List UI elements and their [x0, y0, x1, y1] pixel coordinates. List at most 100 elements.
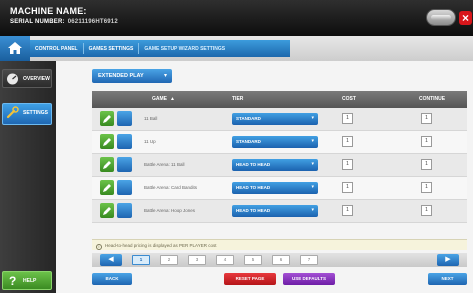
main-panel: EXTENDED PLAY ▾ GAME ▲ TIER COST CONTINUE…	[56, 61, 473, 293]
continue-field[interactable]: 1	[421, 113, 432, 124]
close-button[interactable]: ×	[459, 11, 472, 25]
edit-game-button[interactable]	[100, 180, 114, 195]
reset-page-button[interactable]: RESET PAGE	[224, 273, 276, 285]
cost-field[interactable]: 1	[342, 136, 353, 147]
serial-number-label: SERIAL NUMBER:	[10, 19, 65, 25]
sort-ascending-icon: ▲	[170, 96, 175, 102]
column-header-cost: COST	[342, 96, 356, 102]
games-table: GAME ▲ TIER COST CONTINUE 11 Ball STANDAR…	[92, 91, 467, 223]
table-row: 11 Up STANDARD ▾ 1 1	[92, 131, 467, 154]
sidebar: OVERVIEW SETTINGS ? HELP	[0, 61, 56, 293]
chevron-down-icon: ▾	[311, 184, 314, 190]
machine-name-label: MACHINE NAME:	[10, 6, 87, 16]
tier-value: STANDARD	[236, 139, 261, 144]
back-button[interactable]: BACK	[92, 273, 132, 285]
column-header-label: GAME	[152, 96, 167, 102]
sidebar-item-settings[interactable]: SETTINGS	[2, 103, 52, 125]
page-button[interactable]: 7	[300, 255, 318, 265]
column-header-tier: TIER	[232, 96, 244, 102]
table-row: Battle Arena: 11 Ball HEAD TO HEAD ▾ 1 1	[92, 154, 467, 177]
info-icon: i	[96, 244, 102, 250]
breadcrumb-bar: CONTROL PANEL GAMES SETTINGS GAME SETUP …	[0, 36, 473, 61]
column-header-game[interactable]: GAME ▲	[152, 96, 175, 102]
pencil-icon	[103, 115, 111, 123]
table-row: Battle Arena: Hoop Jones HEAD TO HEAD ▾ 1…	[92, 200, 467, 223]
serial-number: SERIAL NUMBER: 06211196HT6912	[10, 19, 118, 25]
page-button[interactable]: 5	[244, 255, 262, 265]
page-button[interactable]: 2	[160, 255, 178, 265]
game-thumbnail	[117, 157, 132, 172]
pill-inner-icon	[431, 15, 451, 20]
tab-label: EXTENDED PLAY	[98, 73, 144, 79]
page-button[interactable]: 4	[216, 255, 234, 265]
pencil-icon	[103, 184, 111, 192]
header-bar: MACHINE NAME: SERIAL NUMBER: 06211196HT69…	[0, 0, 473, 36]
breadcrumb-games-settings[interactable]: GAMES SETTINGS	[84, 46, 139, 52]
table-header: GAME ▲ TIER COST CONTINUE	[92, 91, 467, 108]
column-header-continue: CONTINUE	[419, 96, 446, 102]
cost-field[interactable]: 1	[342, 159, 353, 170]
continue-field[interactable]: 1	[421, 136, 432, 147]
edit-game-button[interactable]	[100, 134, 114, 149]
table-row: Battle Arena: Card Bandits HEAD TO HEAD ▾…	[92, 177, 467, 200]
chevron-down-icon: ▾	[311, 207, 314, 213]
game-name: Battle Arena: 11 Ball	[144, 162, 185, 167]
pencil-icon	[103, 138, 111, 146]
edit-game-button[interactable]	[100, 203, 114, 218]
tier-value: STANDARD	[236, 116, 261, 121]
sidebar-item-help[interactable]: ? HELP	[2, 271, 52, 290]
next-page-button[interactable]: ▶	[437, 254, 459, 266]
cost-field[interactable]: 1	[342, 113, 353, 124]
sidebar-item-label: OVERVIEW	[23, 76, 50, 82]
menu-pill-button[interactable]	[426, 9, 456, 26]
tier-value: HEAD TO HEAD	[236, 208, 271, 213]
tier-dropdown[interactable]: HEAD TO HEAD ▾	[232, 205, 318, 217]
tier-dropdown[interactable]: HEAD TO HEAD ▾	[232, 182, 318, 194]
use-defaults-button[interactable]: USE DEFAULTS	[283, 273, 335, 285]
pricing-note: i Head-to-head pricing is displayed as PE…	[92, 239, 467, 250]
breadcrumb: CONTROL PANEL GAMES SETTINGS GAME SETUP …	[30, 40, 290, 57]
pagination: ◀ 1 2 3 4 5 6 7 ▶	[92, 253, 467, 267]
cost-field[interactable]: 1	[342, 182, 353, 193]
gauge-icon	[7, 73, 18, 85]
page-button[interactable]: 1	[132, 255, 150, 265]
tier-dropdown[interactable]: HEAD TO HEAD ▾	[232, 159, 318, 171]
app-window: MACHINE NAME: SERIAL NUMBER: 06211196HT69…	[0, 0, 473, 293]
tier-dropdown[interactable]: STANDARD ▾	[232, 113, 318, 125]
page-button[interactable]: 6	[272, 255, 290, 265]
chevron-down-icon: ▾	[311, 161, 314, 167]
home-icon	[8, 42, 22, 54]
chevron-down-icon: ▾	[311, 115, 314, 121]
table-row: 11 Ball STANDARD ▾ 1 1	[92, 108, 467, 131]
game-name: Battle Arena: Card Bandits	[144, 185, 198, 190]
next-button[interactable]: NEXT	[428, 273, 467, 285]
game-name: Battle Arena: Hoop Jones	[144, 208, 196, 213]
serial-number-value: 06211196HT6912	[67, 19, 118, 25]
edit-game-button[interactable]	[100, 111, 114, 126]
tab-extended-play[interactable]: EXTENDED PLAY ▾	[92, 69, 172, 83]
tier-value: HEAD TO HEAD	[236, 162, 271, 167]
previous-page-button[interactable]: ◀	[100, 254, 122, 266]
edit-game-button[interactable]	[100, 157, 114, 172]
sidebar-item-overview[interactable]: OVERVIEW	[2, 69, 52, 88]
continue-field[interactable]: 1	[421, 205, 432, 216]
continue-field[interactable]: 1	[421, 159, 432, 170]
game-thumbnail	[117, 111, 132, 126]
breadcrumb-game-setup-wizard[interactable]: GAME SETUP WIZARD SETTINGS	[139, 46, 230, 52]
chevron-down-icon: ▾	[311, 138, 314, 144]
continue-field[interactable]: 1	[421, 182, 432, 193]
breadcrumb-control-panel[interactable]: CONTROL PANEL	[30, 46, 83, 52]
game-thumbnail	[117, 180, 132, 195]
svg-text:?: ?	[9, 274, 16, 287]
sidebar-item-label: HELP	[23, 278, 37, 284]
tier-dropdown[interactable]: STANDARD ▾	[232, 136, 318, 148]
cost-field[interactable]: 1	[342, 205, 353, 216]
tier-value: HEAD TO HEAD	[236, 185, 271, 190]
home-button[interactable]	[0, 36, 30, 61]
game-name: 11 Ball	[144, 116, 158, 121]
game-thumbnail	[117, 134, 132, 149]
page-button[interactable]: 3	[188, 255, 206, 265]
sidebar-item-label: SETTINGS	[23, 110, 49, 116]
pencil-icon	[103, 161, 111, 169]
wrench-icon	[6, 106, 19, 119]
